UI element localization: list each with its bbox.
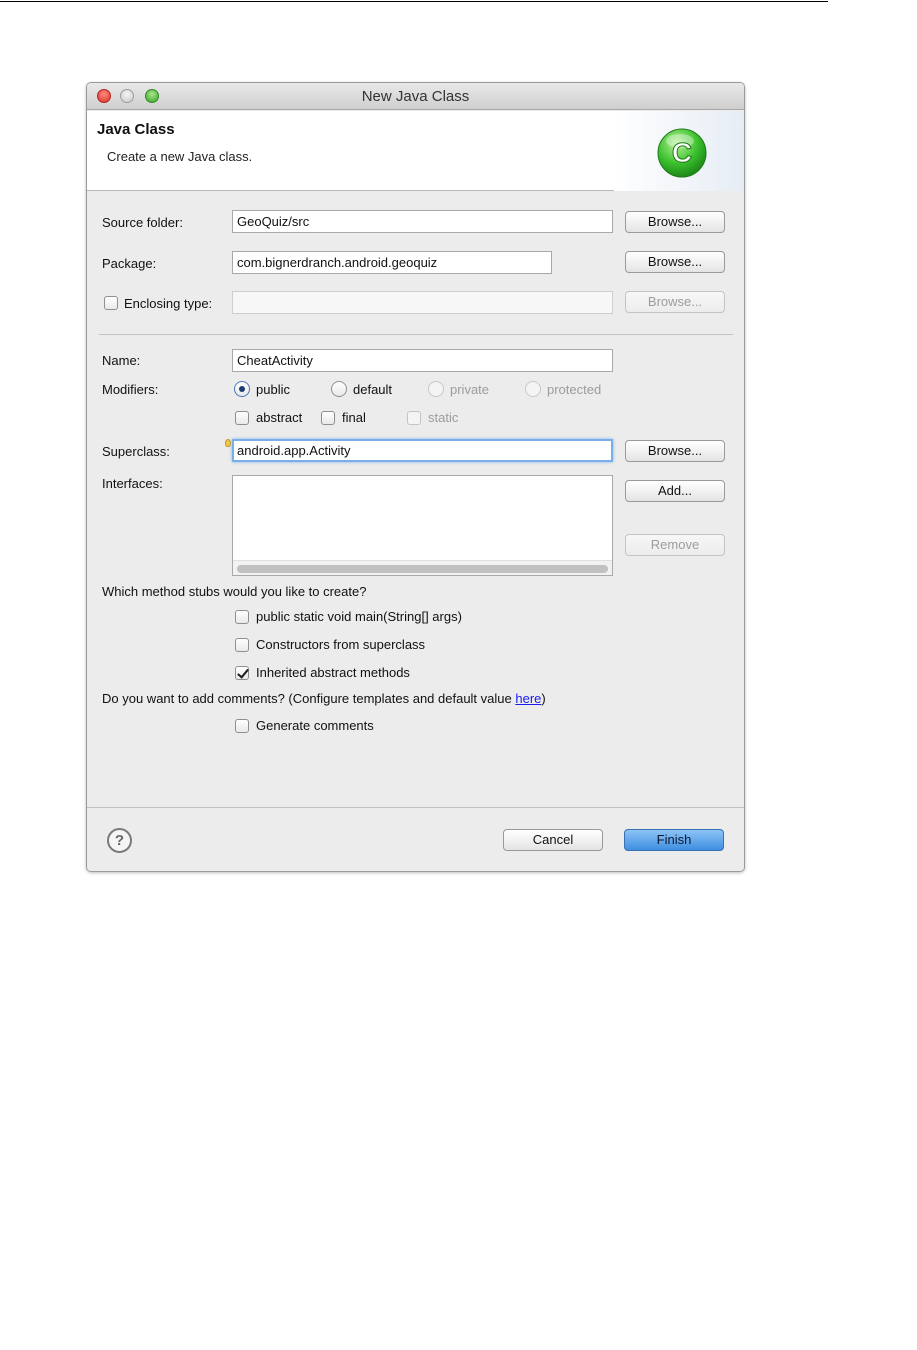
modifier-default-radio[interactable] — [331, 381, 347, 397]
comments-question-close: ) — [541, 691, 546, 706]
modifier-public-label: public — [256, 382, 290, 397]
section-separator — [99, 334, 733, 335]
modifier-private-label: private — [450, 382, 490, 397]
finish-button[interactable]: Finish — [624, 829, 724, 851]
package-label: Package: — [102, 256, 157, 271]
modifier-private-radio[interactable] — [428, 381, 444, 397]
modifier-public-radio[interactable] — [234, 381, 250, 397]
stub-main-label: public static void main(String[] args) — [256, 609, 462, 624]
source-folder-label: Source folder: — [102, 215, 183, 230]
enclosing-type-checkbox[interactable] — [104, 296, 118, 310]
comments-question-text: Do you want to add comments? (Configure … — [102, 691, 516, 706]
cancel-button[interactable]: Cancel — [503, 829, 603, 851]
content-assist-bulb-icon — [225, 439, 231, 447]
stub-constructors-label: Constructors from superclass — [256, 637, 426, 652]
modifier-protected-radio[interactable] — [525, 381, 541, 397]
modifier-static-label: static — [428, 410, 459, 425]
stub-inherited-abstract-label: Inherited abstract methods — [256, 665, 410, 680]
modifiers-label: Modifiers: — [102, 382, 159, 397]
stub-constructors-checkbox[interactable] — [235, 638, 249, 652]
generate-comments-checkbox[interactable] — [235, 719, 249, 733]
banner-subtitle: Create a new Java class. — [107, 149, 253, 164]
interfaces-label: Interfaces: — [102, 476, 163, 491]
modifier-final-checkbox[interactable] — [321, 411, 335, 425]
package-browse-button[interactable]: Browse... — [625, 251, 725, 273]
superclass-browse-button[interactable]: Browse... — [625, 440, 725, 462]
java-class-c-icon: C — [657, 128, 707, 178]
interfaces-add-button[interactable]: Add... — [625, 480, 725, 502]
source-folder-browse-button[interactable]: Browse... — [625, 211, 725, 233]
window-title: New Java Class — [361, 88, 470, 105]
title-bar[interactable]: New Java Class — [87, 83, 744, 110]
source-folder-input[interactable]: GeoQuiz/src — [232, 210, 613, 233]
enclosing-type-label: Enclosing type: — [124, 296, 213, 311]
name-input[interactable]: CheatActivity — [232, 349, 613, 372]
modifier-static-checkbox[interactable] — [407, 411, 421, 425]
modifier-abstract-checkbox[interactable] — [235, 411, 249, 425]
interfaces-remove-button[interactable]: Remove — [625, 534, 725, 556]
comments-question: Do you want to add comments? (Configure … — [102, 691, 546, 706]
dialog-footer: ? Cancel Finish — [87, 807, 744, 871]
svg-text:C: C — [672, 137, 692, 168]
page-top-rule — [0, 1, 828, 2]
banner-title: Java Class — [97, 121, 175, 138]
modifier-abstract-label: abstract — [256, 410, 303, 425]
package-input[interactable]: com.bignerdranch.android.geoquiz — [232, 251, 552, 274]
name-label: Name: — [102, 353, 141, 368]
modifier-final-label: final — [342, 410, 366, 425]
enclosing-type-input[interactable] — [232, 291, 613, 314]
enclosing-type-browse-button[interactable]: Browse... — [625, 291, 725, 313]
method-stubs-question: Which method stubs would you like to cre… — [102, 584, 367, 599]
generate-comments-label: Generate comments — [256, 718, 374, 733]
help-icon[interactable]: ? — [107, 828, 132, 853]
interfaces-horizontal-scrollbar[interactable] — [233, 560, 612, 575]
superclass-input[interactable]: android.app.Activity — [232, 439, 613, 462]
configure-templates-link[interactable]: here — [515, 691, 541, 706]
stub-main-checkbox[interactable] — [235, 610, 249, 624]
wizard-banner: Java Class Create a new Java class. C — [87, 111, 744, 191]
interfaces-list[interactable] — [232, 475, 613, 576]
new-java-class-dialog: New Java Class Java Class Create a new J… — [86, 82, 745, 872]
modifier-default-label: default — [353, 382, 393, 397]
modifier-protected-label: protected — [547, 382, 602, 397]
stub-inherited-abstract-checkbox[interactable] — [235, 666, 249, 680]
superclass-label: Superclass: — [102, 444, 170, 459]
scrollbar-thumb[interactable] — [237, 565, 608, 573]
